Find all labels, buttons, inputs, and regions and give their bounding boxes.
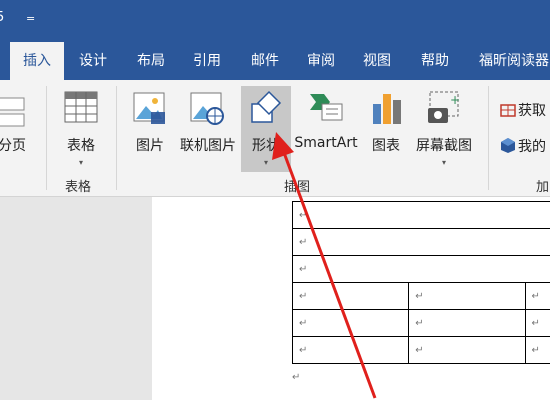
get-addins-label: 获取 xyxy=(518,103,546,119)
table-label: 表格 xyxy=(67,138,95,154)
store-icon xyxy=(500,104,516,117)
chart-icon xyxy=(373,94,401,124)
page-break-icon xyxy=(0,97,25,127)
table-row: ↵ ↵ ↵ xyxy=(291,309,550,337)
page-break-button[interactable]: 分页 xyxy=(0,86,30,172)
picture-icon xyxy=(133,92,165,124)
table-cell[interactable]: ↵ xyxy=(408,336,526,364)
shapes-icon xyxy=(251,90,282,123)
svg-text:+: + xyxy=(450,93,460,107)
tab-mailings[interactable]: 邮件 xyxy=(244,42,286,80)
table-cell[interactable]: ↵ xyxy=(292,201,550,229)
table-row: ↵ xyxy=(292,228,550,256)
group-separator xyxy=(116,86,117,190)
table-cell[interactable]: ↵ xyxy=(291,336,410,364)
group-label-addins: 加 xyxy=(536,180,550,195)
ribbon-tab-row: 插入 设计 布局 引用 邮件 审阅 视图 帮助 福昕阅读器 xyxy=(0,42,550,80)
tab-references[interactable]: 引用 xyxy=(186,42,228,80)
table-cell[interactable]: ↵ xyxy=(292,228,550,256)
table-row: ↵ xyxy=(292,201,550,229)
chevron-down-icon: ▾ xyxy=(78,158,83,167)
quick-access-customize-button[interactable]: = xyxy=(26,12,35,25)
screenshot-icon: + xyxy=(428,91,460,123)
group-label-tables: 表格 xyxy=(65,180,92,195)
table-cell[interactable]: ↵ xyxy=(408,309,526,337)
shapes-button[interactable]: 形状 ▾ xyxy=(241,86,291,172)
smartart-label: SmartArt xyxy=(294,135,358,151)
chart-label: 图表 xyxy=(372,138,400,154)
table-cell[interactable]: ↵ xyxy=(524,282,550,310)
online-picture-label: 联机图片 xyxy=(180,138,236,154)
group-separator xyxy=(46,86,47,190)
table-cell[interactable]: ↵ xyxy=(292,255,550,283)
app-icon[interactable]: 5 xyxy=(0,10,6,26)
document-table[interactable]: ↵ ↵ ↵ ↵ ↵ ↵ ↵ ↵ ↵ ↵ ↵ ↵ xyxy=(291,201,550,364)
picture-button[interactable]: 图片 xyxy=(128,86,172,172)
tab-design[interactable]: 设计 xyxy=(72,42,114,80)
smartart-button[interactable]: SmartArt xyxy=(292,86,360,172)
group-label-illustrations: 插图 xyxy=(284,180,311,195)
chart-button[interactable]: 图表 xyxy=(364,86,408,172)
online-picture-button[interactable]: 联机图片 xyxy=(176,86,240,172)
table-cell[interactable]: ↵ xyxy=(524,309,550,337)
ribbon: 分页 表格 ▾ 表格 图片 联机图片 形状 ▾ SmartArt 图表 + 屏幕… xyxy=(0,80,550,197)
online-picture-icon xyxy=(190,92,224,125)
tab-help[interactable]: 帮助 xyxy=(414,42,456,80)
screenshot-button[interactable]: + 屏幕截图 ▾ xyxy=(412,86,476,172)
shapes-label: 形状 xyxy=(252,138,280,154)
cube-icon xyxy=(501,138,515,153)
my-addins-label: 我的 xyxy=(518,139,546,155)
table-button[interactable]: 表格 ▾ xyxy=(56,86,106,172)
table-cell[interactable]: ↵ xyxy=(291,282,410,310)
table-row: ↵ ↵ ↵ xyxy=(291,336,550,364)
table-icon xyxy=(64,91,98,123)
document-page[interactable]: ↵ ↵ ↵ ↵ ↵ ↵ ↵ ↵ ↵ ↵ ↵ ↵ xyxy=(152,197,550,400)
tab-view[interactable]: 视图 xyxy=(356,42,398,80)
table-cell[interactable]: ↵ xyxy=(524,336,550,364)
my-addins-button[interactable]: 我的 xyxy=(500,136,546,156)
table-row: ↵ ↵ ↵ xyxy=(291,282,550,310)
tab-review[interactable]: 审阅 xyxy=(300,42,342,80)
document-area[interactable]: ↵ ↵ ↵ ↵ ↵ ↵ ↵ ↵ ↵ ↵ ↵ ↵ xyxy=(0,197,550,400)
table-cell[interactable]: ↵ xyxy=(408,282,526,310)
paragraph-mark: ↵ xyxy=(292,372,301,383)
tab-insert[interactable]: 插入 xyxy=(10,42,64,80)
get-addins-button[interactable]: 获取 xyxy=(500,100,546,120)
page-break-label: 分页 xyxy=(0,138,26,154)
chevron-down-icon: ▾ xyxy=(441,158,446,167)
tab-foxit-reader[interactable]: 福昕阅读器 xyxy=(472,42,550,80)
table-cell[interactable]: ↵ xyxy=(291,309,410,337)
title-bar: 5 = xyxy=(0,0,550,42)
chevron-down-icon: ▾ xyxy=(263,158,268,167)
group-separator xyxy=(488,86,489,190)
tab-layout[interactable]: 布局 xyxy=(130,42,172,80)
smartart-icon xyxy=(310,94,343,121)
picture-label: 图片 xyxy=(136,138,164,154)
table-row: ↵ xyxy=(292,255,550,283)
screenshot-label: 屏幕截图 xyxy=(416,138,472,154)
